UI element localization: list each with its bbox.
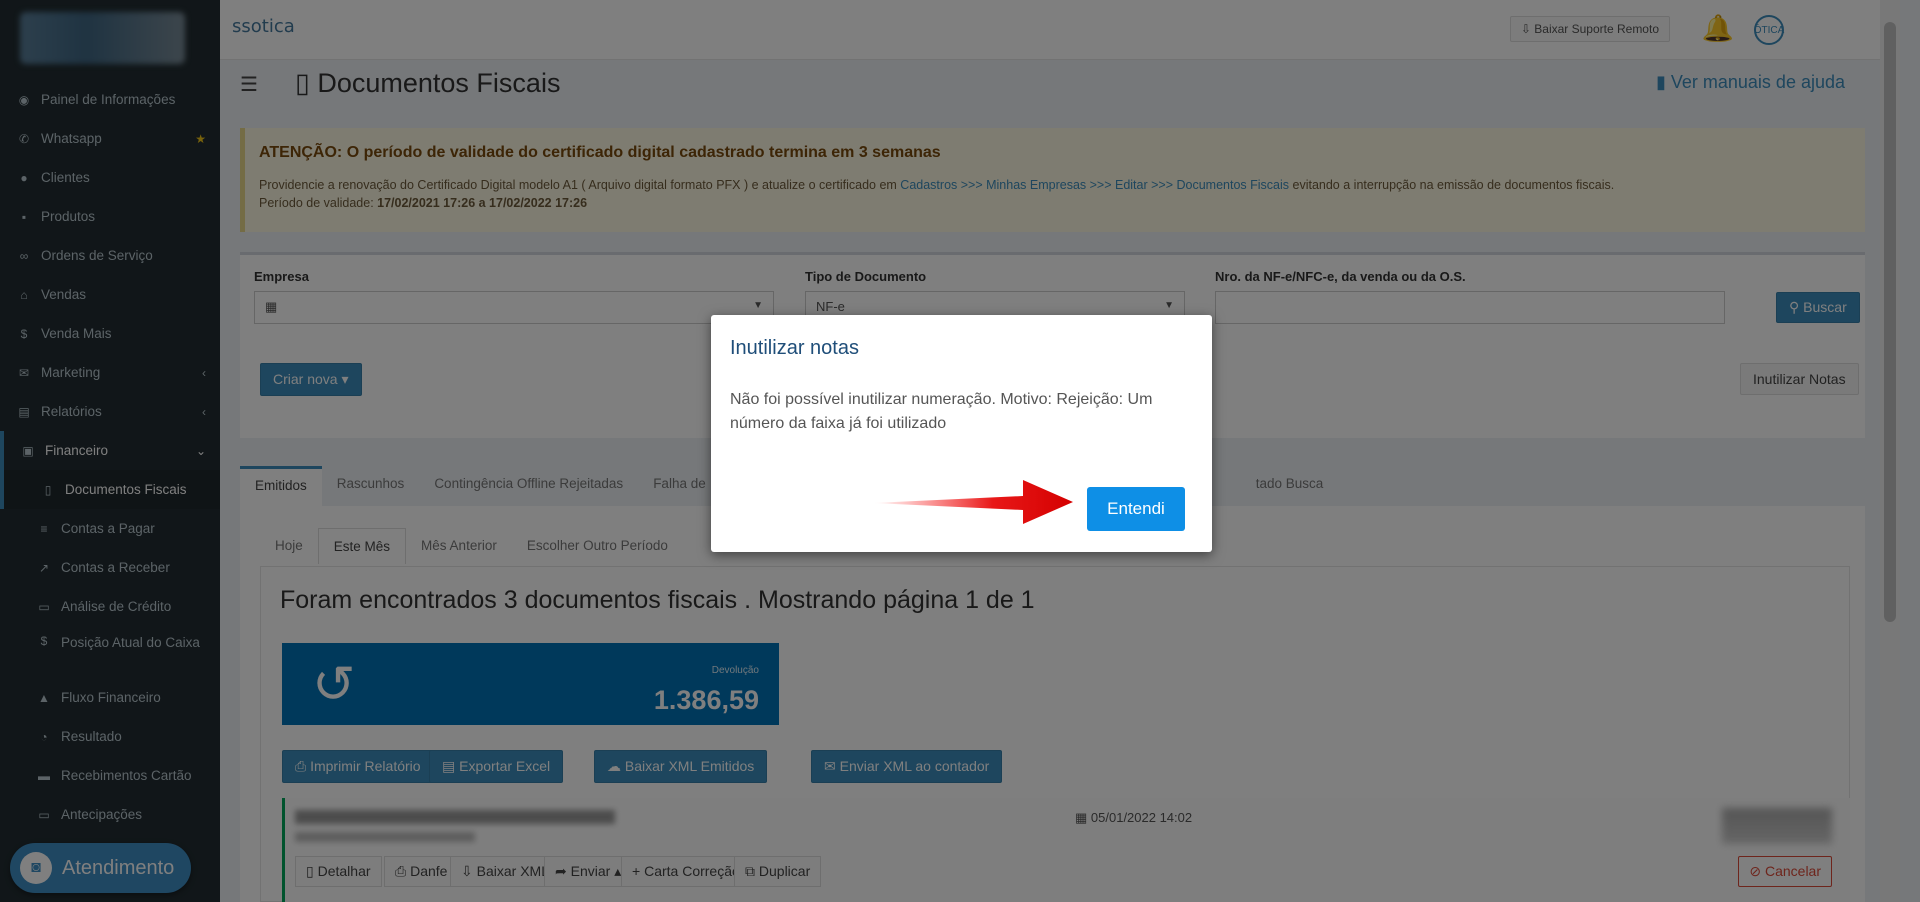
entendi-button[interactable]: Entendi — [1087, 487, 1185, 531]
dialog-title: Inutilizar notas — [730, 337, 859, 359]
red-arrow-annotation — [873, 480, 1073, 524]
dialog-message: Não foi possível inutilizar numeração. M… — [730, 391, 1153, 432]
